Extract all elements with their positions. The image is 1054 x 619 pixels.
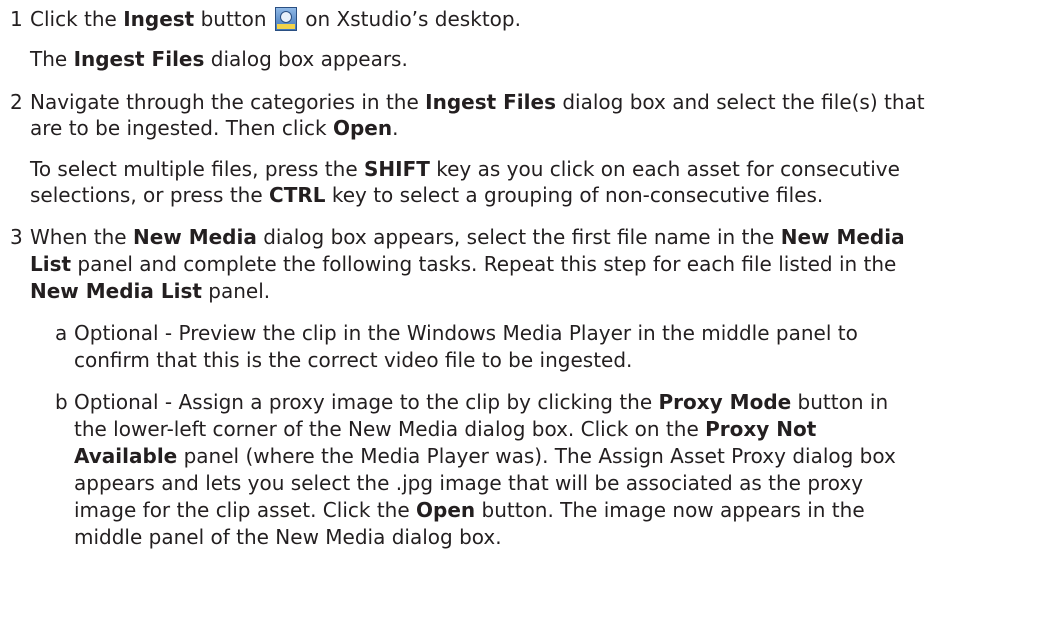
text-run: image for the clip asset. Click the: [74, 498, 417, 522]
bold-term: New Media List: [30, 279, 202, 303]
text-run: are to be ingested. Then click: [30, 116, 333, 140]
text-run: Click the: [30, 7, 124, 31]
step-2-note: To select multiple files, press the SHIF…: [30, 157, 900, 181]
text-run: panel.: [201, 279, 271, 303]
step-3-text: New Media List panel.: [30, 279, 270, 303]
text-run: selections, or press the: [30, 183, 270, 207]
text-run: .: [392, 116, 399, 140]
step-number: 3: [10, 225, 23, 249]
bold-term: Available: [74, 444, 178, 468]
text-run: panel (where the Media Player was). The …: [177, 444, 896, 468]
substep-b-text: appears and lets you select the .jpg ima…: [74, 471, 864, 495]
text-run: button in: [791, 390, 889, 414]
ingest-icon: [274, 7, 297, 31]
bold-term: Proxy Not: [705, 417, 817, 441]
text-run: button: [194, 7, 273, 31]
bold-term: List: [30, 252, 72, 276]
substep-letter: b: [55, 390, 68, 414]
step-2-note: selections, or press the CTRL key to sel…: [30, 183, 823, 207]
bold-term: SHIFT: [363, 157, 430, 181]
text-run: When the: [30, 225, 133, 249]
text-run: Navigate through the categories in the: [30, 90, 426, 114]
text-run: button. The image now appears in the: [475, 498, 865, 522]
substep-letter: a: [55, 321, 68, 345]
substep-b-text: the lower-left corner of the New Media d…: [74, 417, 816, 441]
text-run: dialog box appears, select the first fil…: [256, 225, 781, 249]
text-run: dialog box appears.: [204, 47, 408, 71]
substep-b-text: middle panel of the New Media dialog box…: [74, 525, 502, 549]
text-run: To select multiple files, press the: [30, 157, 364, 181]
bold-term: Open: [416, 498, 476, 522]
bold-term: Open: [332, 116, 393, 140]
step-3-text: When the New Media dialog box appears, s…: [30, 225, 905, 249]
step-2-text: Navigate through the categories in the I…: [30, 90, 925, 114]
step-3-text: List panel and complete the following ta…: [30, 252, 896, 276]
text-run: dialog box and select the file(s) that: [556, 90, 925, 114]
text-run: panel and complete the following tasks. …: [71, 252, 897, 276]
step-1-text: Click the Ingest button on Xstudio’s des…: [30, 7, 521, 31]
substep-b-text: image for the clip asset. Click the Open…: [74, 498, 865, 522]
substep-a-text: Optional - Preview the clip in the Windo…: [74, 321, 858, 345]
text-run: the lower-left corner of the New Media d…: [74, 417, 706, 441]
bold-term: Ingest: [123, 7, 195, 31]
bold-term: New Media: [780, 225, 905, 249]
bold-term: Ingest Files: [73, 47, 205, 71]
substep-a-text: confirm that this is the correct video f…: [74, 348, 633, 372]
bold-term: Proxy Mode: [658, 390, 792, 414]
step-2-text: are to be ingested. Then click Open.: [30, 116, 398, 140]
substep-b-text: Available panel (where the Media Player …: [74, 444, 896, 468]
step-1-note: The Ingest Files dialog box appears.: [30, 47, 408, 71]
text-run: Optional - Assign a proxy image to the c…: [74, 390, 659, 414]
bold-term: New Media: [132, 225, 257, 249]
step-number: 1: [10, 7, 23, 31]
text-run: key to select a grouping of non-consecut…: [325, 183, 824, 207]
text-run: on Xstudio’s desktop.: [298, 7, 521, 31]
substep-b-text: Optional - Assign a proxy image to the c…: [74, 390, 888, 414]
text-run: key as you click on each asset for conse…: [429, 157, 900, 181]
document-page: 1 Click the Ingest button on Xstudio’s d…: [0, 0, 1054, 619]
bold-term: CTRL: [269, 183, 326, 207]
step-number: 2: [10, 90, 23, 114]
bold-term: Ingest Files: [425, 90, 556, 114]
text-run: The: [30, 47, 74, 71]
